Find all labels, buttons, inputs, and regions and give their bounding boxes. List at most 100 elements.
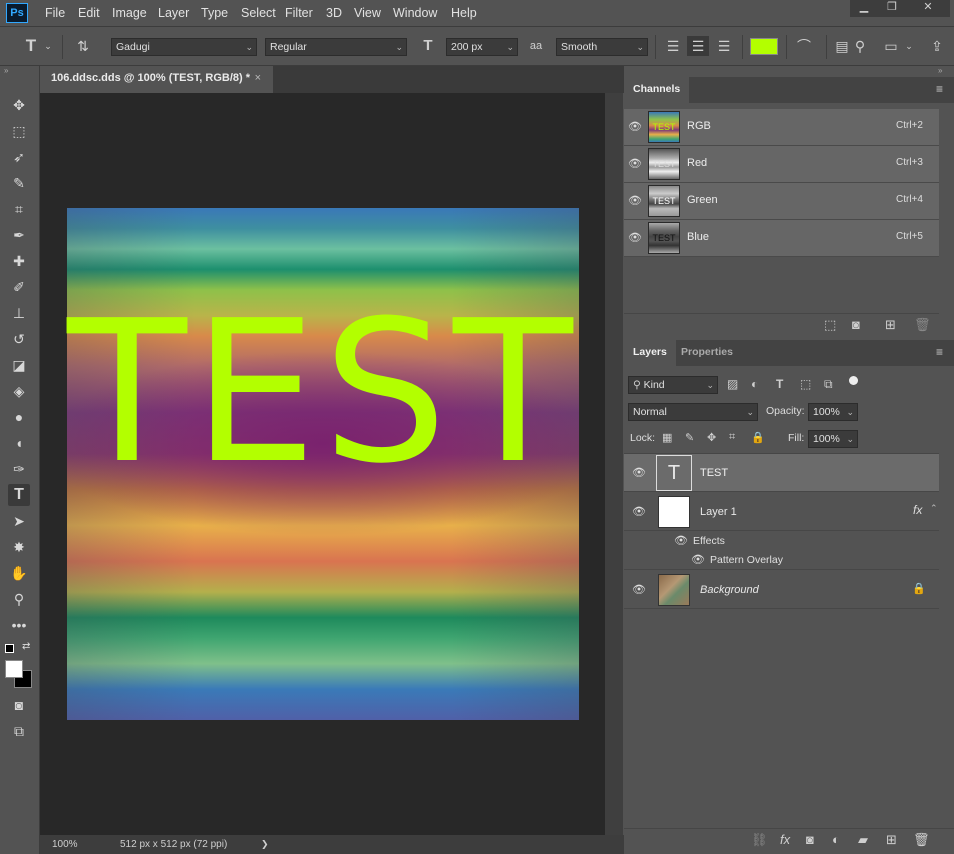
lock-image-icon[interactable]: ✎ — [685, 431, 694, 444]
eye-icon[interactable]: 👁 — [632, 505, 646, 518]
eye-icon[interactable]: 👁 — [632, 466, 646, 479]
toggle-text-orientation-icon[interactable]: ⇅ — [72, 36, 94, 56]
foreground-color-swatch[interactable] — [5, 660, 23, 678]
eraser-tool-icon[interactable]: ◪ — [8, 354, 30, 376]
new-layer-icon[interactable]: ⊞ — [886, 832, 897, 848]
quick-selection-tool-icon[interactable]: ✎ — [8, 172, 30, 194]
more-tools-icon[interactable]: ••• — [8, 614, 30, 636]
workspace-icon[interactable]: ▭ — [880, 36, 902, 56]
brush-tool-icon[interactable]: ✐ — [8, 276, 30, 298]
restore-button[interactable]: ❐ — [878, 0, 906, 17]
eye-icon[interactable]: 👁 — [628, 120, 642, 133]
tab-properties[interactable]: Properties — [672, 340, 742, 366]
layer-row-layer-1[interactable]: 👁 Layer 1 fx ⌃ — [624, 493, 939, 531]
collapse-icon[interactable]: » — [4, 66, 34, 76]
delete-channel-icon[interactable]: 🗑 — [914, 317, 931, 333]
vertical-scrollbar[interactable] — [605, 93, 623, 835]
close-window-button[interactable]: ✕ — [906, 0, 950, 17]
menu-image[interactable]: Image — [112, 0, 147, 26]
healing-brush-tool-icon[interactable]: ✚ — [8, 250, 30, 272]
clone-stamp-tool-icon[interactable]: ⊥ — [8, 302, 30, 324]
eye-icon[interactable]: 👁 — [691, 553, 705, 566]
layer-effects-row[interactable]: 👁 Effects — [624, 532, 939, 551]
text-color-swatch[interactable] — [750, 38, 778, 55]
tab-channels[interactable]: Channels — [624, 77, 690, 103]
menu-view[interactable]: View — [354, 0, 381, 26]
align-right-icon[interactable]: ☰ — [713, 36, 735, 56]
zoom-tool-icon[interactable]: ⚲ — [8, 588, 30, 610]
filter-smart-object-icon[interactable]: ⧉ — [824, 377, 833, 392]
document-tab[interactable]: 106.ddsc.dds @ 100% (TEST, RGB/8) * × — [40, 66, 273, 93]
lock-transparent-icon[interactable]: ▦ — [662, 431, 672, 444]
chevron-down-icon[interactable]: ⌄ — [42, 36, 54, 56]
filter-toggle-icon[interactable] — [849, 376, 858, 385]
collapse-icon[interactable]: » — [938, 66, 954, 76]
type-tool-icon[interactable]: T — [8, 484, 30, 506]
filter-adjustment-icon[interactable]: ◐ — [751, 377, 758, 391]
new-channel-icon[interactable]: ⊞ — [885, 317, 896, 333]
document-image[interactable]: TEST — [67, 208, 579, 720]
quick-mask-icon[interactable]: ◙ — [8, 694, 30, 716]
eye-icon[interactable]: 👁 — [628, 157, 642, 170]
paint-bucket-tool-icon[interactable]: ◈ — [8, 380, 30, 402]
share-icon[interactable]: ⇪ — [927, 36, 947, 56]
filter-shape-icon[interactable]: ⬚ — [800, 377, 811, 391]
new-adjustment-layer-icon[interactable]: ◐ — [832, 832, 840, 847]
eye-icon[interactable]: 👁 — [674, 534, 688, 547]
menu-file[interactable]: File — [45, 0, 65, 26]
link-layers-icon[interactable]: ⛓ — [751, 832, 768, 848]
filter-pixel-icon[interactable]: ▨ — [727, 377, 738, 391]
menu-help[interactable]: Help — [451, 0, 477, 26]
hand-tool-icon[interactable]: ✋ — [8, 562, 30, 584]
save-selection-icon[interactable]: ◙ — [852, 317, 860, 332]
menu-select[interactable]: Select — [241, 0, 276, 26]
custom-shape-tool-icon[interactable]: ✸ — [8, 536, 30, 558]
menu-type[interactable]: Type — [201, 0, 228, 26]
menu-window[interactable]: Window — [393, 0, 437, 26]
layer-filter-select[interactable]: ⚲ Kind ⌄ — [628, 376, 718, 394]
tab-layers[interactable]: Layers — [624, 340, 676, 366]
channel-row-rgb[interactable]: 👁 TEST RGB Ctrl+2 — [624, 109, 939, 146]
screen-mode-icon[interactable]: ⧉ — [8, 720, 30, 742]
close-tab-icon[interactable]: × — [255, 66, 261, 91]
lock-all-icon[interactable]: 🔒 — [751, 431, 765, 444]
menu-filter[interactable]: Filter — [285, 0, 313, 26]
channel-row-green[interactable]: 👁 TEST Green Ctrl+4 — [624, 183, 939, 220]
antialias-select[interactable]: Smooth ⌄ — [556, 38, 648, 56]
path-selection-tool-icon[interactable]: ➤ — [8, 510, 30, 532]
channel-row-blue[interactable]: 👁 TEST Blue Ctrl+5 — [624, 220, 939, 257]
move-tool-icon[interactable]: ✥ — [8, 94, 30, 116]
channel-row-red[interactable]: 👁 TEST Red Ctrl+3 — [624, 146, 939, 183]
menu-edit[interactable]: Edit — [78, 0, 100, 26]
eyedropper-tool-icon[interactable]: ✒ — [8, 224, 30, 246]
chevron-up-icon[interactable]: ⌃ — [930, 503, 938, 514]
layer-effects-icon[interactable]: fx — [913, 503, 922, 517]
font-family-select[interactable]: Gadugi ⌄ — [111, 38, 257, 56]
status-menu-arrow-icon[interactable]: ❯ — [261, 835, 269, 854]
minimize-button[interactable]: ▁ — [850, 0, 878, 17]
lock-position-icon[interactable]: ✥ — [707, 431, 716, 444]
eye-icon[interactable]: 👁 — [628, 231, 642, 244]
font-size-select[interactable]: 200 px ⌄ — [446, 38, 518, 56]
pen-tool-icon[interactable]: ✑ — [8, 458, 30, 480]
add-mask-icon[interactable]: ◙ — [806, 832, 814, 847]
warp-text-icon[interactable]: ⌒ — [793, 36, 815, 56]
align-left-icon[interactable]: ☰ — [662, 36, 684, 56]
history-brush-tool-icon[interactable]: ↺ — [8, 328, 30, 350]
canvas-text-layer[interactable]: TEST — [67, 268, 579, 518]
pattern-overlay-row[interactable]: 👁 Pattern Overlay — [624, 551, 939, 570]
add-layer-style-icon[interactable]: fx — [780, 832, 790, 847]
load-selection-icon[interactable]: ⬚ — [824, 317, 836, 333]
zoom-level[interactable]: 100% — [52, 835, 78, 854]
opacity-input[interactable]: 100% ⌄ — [808, 403, 858, 421]
search-icon[interactable]: ⚲ — [851, 36, 869, 56]
type-tool-preset-icon[interactable]: T — [20, 36, 42, 56]
align-center-icon[interactable]: ☰ — [687, 36, 709, 56]
lasso-tool-icon[interactable]: ➶ — [8, 146, 30, 168]
menu-layer[interactable]: Layer — [158, 0, 189, 26]
blend-mode-select[interactable]: Normal ⌄ — [628, 403, 758, 421]
layer-row-test[interactable]: 👁 T TEST — [624, 454, 939, 492]
panel-menu-icon[interactable]: ≡ — [936, 345, 943, 359]
delete-layer-icon[interactable]: 🗑 — [913, 832, 930, 848]
eye-icon[interactable]: 👁 — [628, 194, 642, 207]
